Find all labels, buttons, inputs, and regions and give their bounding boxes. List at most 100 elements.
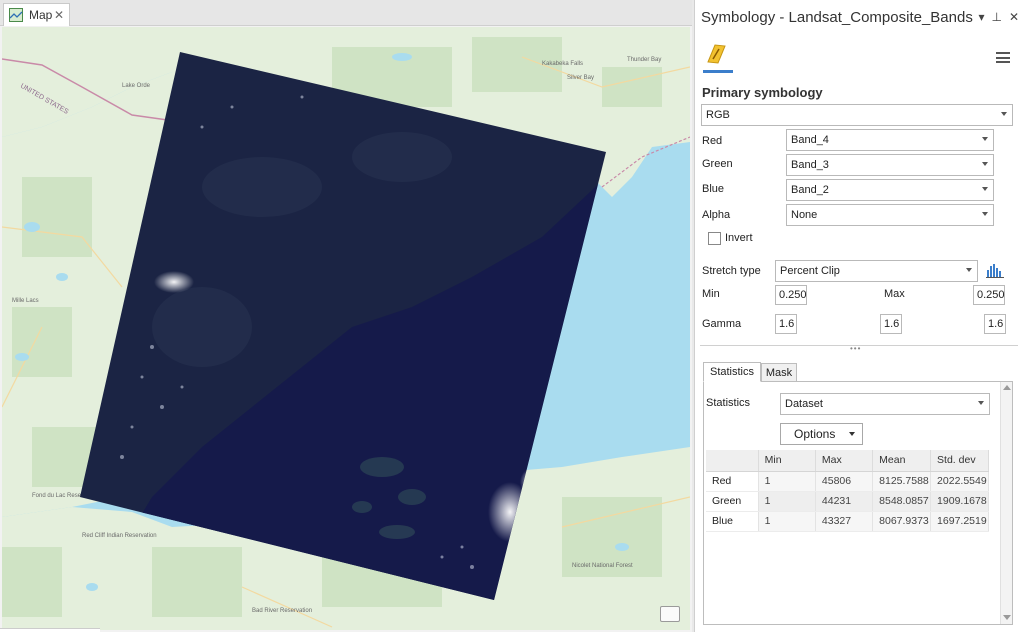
tab-mask[interactable]: Mask — [761, 363, 797, 382]
column-header[interactable]: Min — [758, 450, 816, 472]
band-cell: Green — [706, 491, 759, 512]
green-label: Green — [702, 158, 733, 170]
chevron-down-icon — [966, 268, 972, 272]
histogram-icon[interactable] — [986, 262, 1004, 278]
mean-cell: 8125.7588 — [872, 471, 932, 492]
scroll-up-icon[interactable] — [1003, 385, 1011, 390]
min-input[interactable]: 0.250 — [775, 285, 807, 305]
chevron-down-icon — [978, 401, 984, 405]
app-window: Map ✕ UNITED STATES Lake Orde Kakabeka F… — [0, 0, 1024, 632]
column-header[interactable]: Std. dev — [930, 450, 989, 472]
column-header[interactable]: Max — [815, 450, 874, 472]
renderer-dropdown[interactable]: RGB — [701, 104, 1013, 126]
mean-cell: 8548.0857 — [872, 491, 932, 512]
bookmark-icon[interactable] — [660, 606, 680, 622]
std-cell: 1697.2519 — [930, 511, 989, 532]
invert-label: Invert — [725, 232, 753, 244]
max-label: Max — [884, 288, 905, 300]
gamma-blue-input[interactable]: 1.6 — [984, 314, 1006, 334]
band-cell: Red — [706, 471, 759, 492]
tab-map[interactable]: Map ✕ — [3, 3, 70, 26]
chevron-down-icon — [849, 432, 855, 436]
max-input[interactable]: 0.250 — [973, 285, 1005, 305]
blue-band-value: Band_2 — [791, 184, 829, 196]
stretch-type-label: Stretch type — [702, 265, 761, 277]
chevron-down-icon — [1001, 112, 1007, 116]
map-label-place: Mille Lacs — [12, 298, 39, 304]
map-status-bar — [0, 628, 100, 632]
blue-label: Blue — [702, 183, 725, 195]
green-band-dropdown[interactable]: Band_3 — [786, 154, 994, 176]
map-tab-bar: Map ✕ — [0, 0, 692, 26]
max-cell: 44231 — [815, 491, 874, 512]
splitter-grip-icon[interactable]: ••• — [850, 344, 861, 353]
gamma-label: Gamma — [702, 318, 742, 330]
section-heading: Primary symbology — [702, 85, 823, 100]
map-label-place: Kakabeka Falls — [542, 61, 583, 67]
std-cell: 1909.1678 — [930, 491, 989, 512]
renderer-value: RGB — [706, 109, 730, 121]
statistics-dropdown[interactable]: Dataset — [780, 393, 990, 415]
alpha-label: Alpha — [702, 209, 731, 221]
hamburger-icon[interactable] — [996, 52, 1010, 63]
chevron-down-icon — [982, 212, 988, 216]
table-row[interactable]: Green 1 44231 8548.0857 1909.1678 — [706, 491, 989, 512]
table-row[interactable]: Red 1 45806 8125.7588 2022.5549 — [706, 471, 989, 492]
band-cell: Blue — [706, 511, 759, 532]
stretch-type-value: Percent Clip — [780, 265, 840, 277]
chevron-down-icon — [982, 137, 988, 141]
gamma-red-input[interactable]: 1.6 — [775, 314, 797, 334]
statistics-table: Min Max Mean Std. dev Red 1 45806 8125.7… — [706, 450, 989, 532]
tab-statistics[interactable]: Statistics — [703, 362, 761, 382]
green-band-value: Band_3 — [791, 159, 829, 171]
table-header-row: Min Max Mean Std. dev — [706, 450, 989, 472]
pane-controls: ▾ ⊥ ✕ — [978, 10, 1019, 24]
alpha-band-dropdown[interactable]: None — [786, 204, 994, 226]
min-cell: 1 — [758, 471, 816, 492]
red-band-value: Band_4 — [791, 134, 829, 146]
scroll-down-icon[interactable] — [1003, 615, 1011, 620]
pane-menu-icon[interactable]: ▾ — [978, 10, 984, 24]
map-label-place: Lake Orde — [122, 83, 151, 89]
red-band-dropdown[interactable]: Band_4 — [786, 129, 994, 151]
max-cell: 43327 — [815, 511, 874, 532]
symbology-pane: Symbology - Landsat_Composite_Bands ▾ ⊥ … — [694, 0, 1024, 632]
map-icon — [9, 8, 23, 22]
gamma-green-input[interactable]: 1.6 — [880, 314, 902, 334]
chevron-down-icon — [982, 187, 988, 191]
statistics-label: Statistics — [706, 397, 751, 409]
tab-map-label: Map — [29, 8, 53, 22]
map-canvas[interactable]: UNITED STATES Lake Orde Kakabeka Falls T… — [2, 27, 690, 630]
map-view: Map ✕ UNITED STATES Lake Orde Kakabeka F… — [0, 0, 692, 632]
map-label-place: Silver Bay — [567, 75, 594, 81]
column-header — [706, 450, 759, 472]
basemap: UNITED STATES Lake Orde Kakabeka Falls T… — [2, 27, 690, 630]
pane-title: Symbology - Landsat_Composite_Bands — [701, 9, 973, 26]
map-label-place: Thunder Bay — [627, 57, 661, 63]
primary-symbology-icon[interactable] — [705, 42, 729, 66]
column-header[interactable]: Mean — [872, 450, 932, 472]
min-label: Min — [702, 288, 720, 300]
close-icon[interactable]: ✕ — [54, 8, 64, 22]
max-cell: 45806 — [815, 471, 874, 492]
map-label-place: Red Cliff Indian Reservation — [82, 533, 157, 539]
close-icon[interactable]: ✕ — [1009, 10, 1019, 24]
statistics-value: Dataset — [785, 398, 823, 410]
scrollbar[interactable] — [1000, 382, 1012, 624]
chevron-down-icon — [982, 162, 988, 166]
invert-checkbox[interactable] — [708, 232, 721, 245]
std-cell: 2022.5549 — [930, 471, 989, 492]
map-label-place: Nicolet National Forest — [572, 563, 633, 569]
pane-header: Symbology - Landsat_Composite_Bands ▾ ⊥ … — [695, 0, 1024, 36]
blue-band-dropdown[interactable]: Band_2 — [786, 179, 994, 201]
alpha-band-value: None — [791, 209, 818, 221]
pin-icon[interactable]: ⊥ — [991, 10, 1001, 24]
options-button[interactable]: Options — [780, 423, 863, 445]
map-label-place: Bad River Reservation — [252, 608, 312, 614]
options-label: Options — [794, 427, 836, 441]
active-tool-indicator — [703, 70, 733, 73]
mean-cell: 8067.9373 — [872, 511, 932, 532]
red-label: Red — [702, 135, 723, 147]
stretch-type-dropdown[interactable]: Percent Clip — [775, 260, 978, 282]
table-row[interactable]: Blue 1 43327 8067.9373 1697.2519 — [706, 511, 989, 532]
